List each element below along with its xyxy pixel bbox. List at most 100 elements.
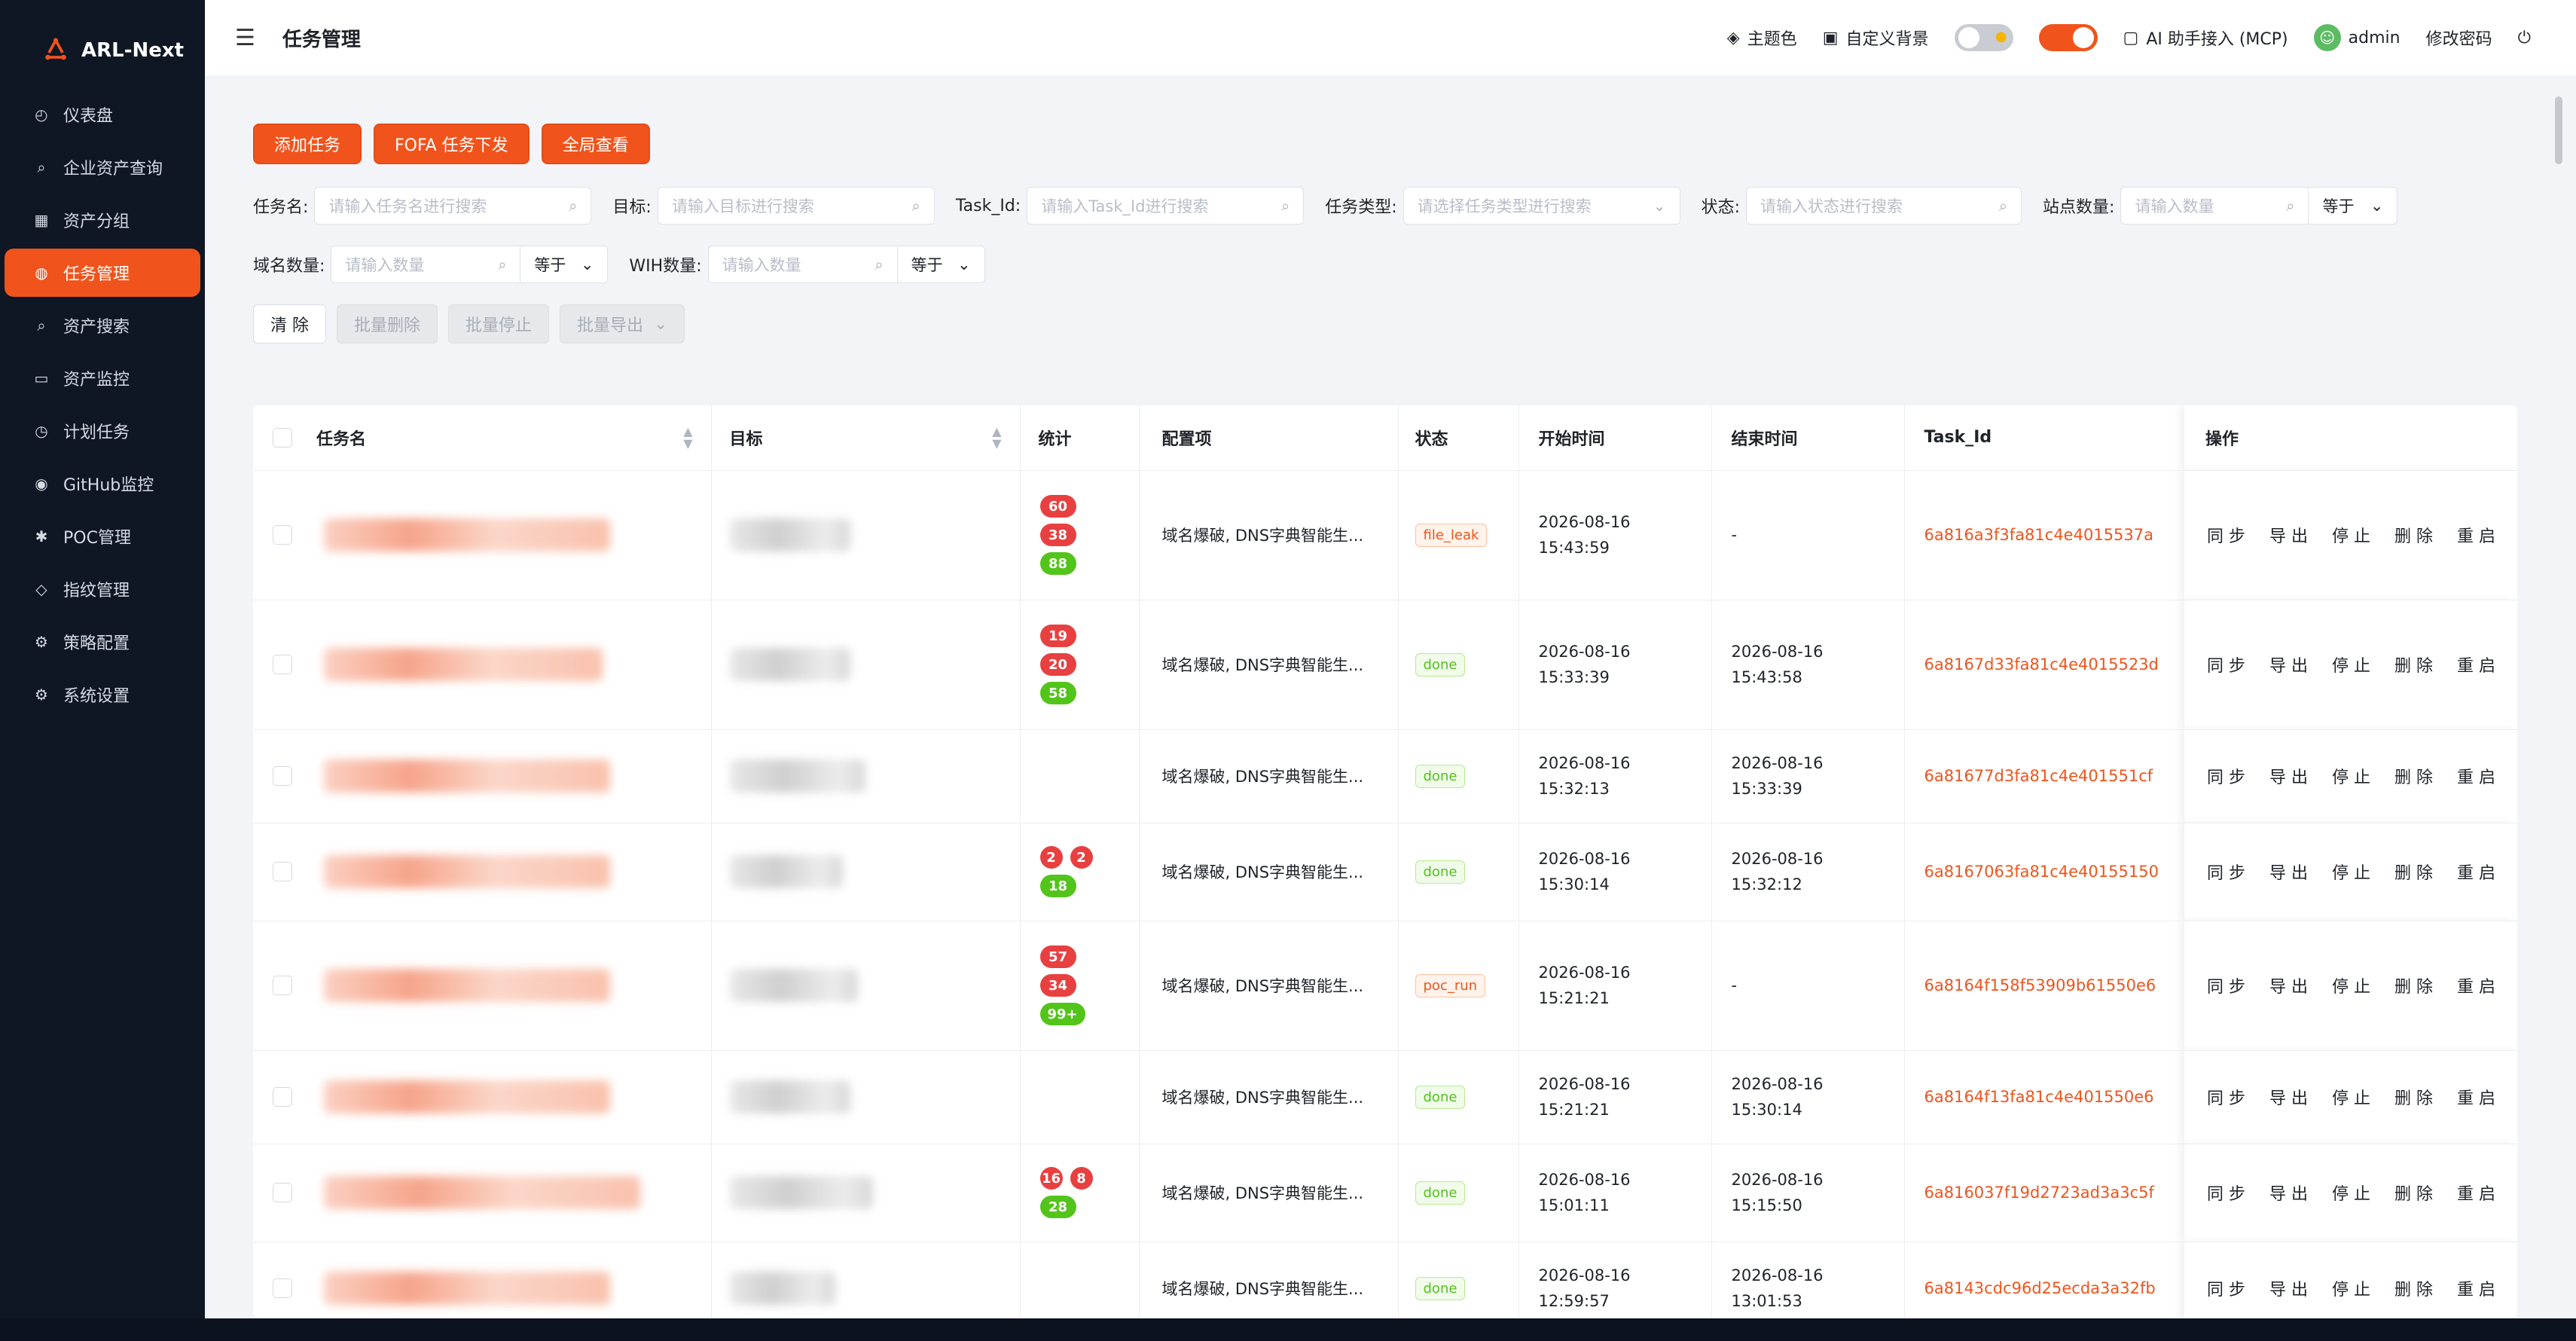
row-action-4[interactable]: 重 启 bbox=[2457, 973, 2495, 997]
table-row[interactable]: 域名爆破, DNS字典智能生... done 2026-08-16 12:59:57 2… bbox=[253, 1242, 2517, 1318]
task-id-link[interactable]: 6a8164f13fa81c4e401550e6 bbox=[1924, 1088, 2154, 1106]
sort-icon[interactable]: ▲ ▼ bbox=[992, 425, 1001, 450]
task-id-cell[interactable]: 6a8167063fa81c4e40155150 bbox=[1904, 823, 2184, 921]
row-action-3[interactable]: 删 除 bbox=[2394, 652, 2433, 677]
status-input[interactable]: 请输入状态进行搜索 ⌕ bbox=[1746, 187, 2022, 225]
batch-delete-button[interactable]: 批量删除 bbox=[337, 304, 438, 344]
col-task-name[interactable]: 任务名 ▲ ▼ bbox=[316, 405, 712, 471]
table-row[interactable]: 2 2 18 域名爆破, DNS字典智能生... done 2026-08-16 15:30… bbox=[253, 823, 2517, 921]
row-action-1[interactable]: 导 出 bbox=[2269, 1085, 2308, 1109]
row-action-3[interactable]: 删 除 bbox=[2394, 523, 2433, 547]
sort-icon[interactable]: ▲ ▼ bbox=[683, 425, 692, 450]
row-checkbox[interactable] bbox=[273, 1278, 292, 1298]
global-view-button[interactable]: 全局查看 bbox=[541, 124, 650, 164]
task-name-cell[interactable] bbox=[316, 823, 712, 921]
row-checkbox[interactable] bbox=[273, 1183, 292, 1202]
task-id-link[interactable]: 6a816a3f3fa81c4e4015537a bbox=[1924, 526, 2154, 544]
ai-assistant-button[interactable]: ▢ AI 助手接入 (MCP) bbox=[2123, 26, 2288, 50]
sidebar-item-5[interactable]: ▭ 资产监控 bbox=[5, 354, 200, 402]
row-action-2[interactable]: 停 止 bbox=[2332, 523, 2370, 547]
sidebar-item-8[interactable]: ✱ POC管理 bbox=[5, 512, 200, 561]
sidebar-item-3[interactable]: ◍ 任务管理 bbox=[5, 249, 200, 297]
row-action-4[interactable]: 重 启 bbox=[2457, 764, 2495, 788]
color-mode-toggle[interactable] bbox=[2038, 24, 2098, 51]
row-action-2[interactable]: 停 止 bbox=[2332, 1181, 2370, 1205]
row-action-4[interactable]: 重 启 bbox=[2457, 1276, 2495, 1300]
sidebar-item-1[interactable]: ⌕ 企业资产查询 bbox=[5, 143, 200, 191]
domain-count-operator[interactable]: 等于 ⌄ bbox=[520, 246, 609, 283]
row-action-0[interactable]: 同 步 bbox=[2207, 860, 2245, 884]
table-row[interactable]: 19 20 58 域名爆破, DNS字典智能生... done 2026-08-16 15:… bbox=[253, 600, 2517, 730]
task-id-link[interactable]: 6a8143cdc96d25ecda3a32fb bbox=[1924, 1279, 2156, 1297]
app-logo[interactable]: ARL-Next bbox=[0, 0, 205, 75]
task-name-cell[interactable] bbox=[316, 600, 712, 730]
row-action-2[interactable]: 停 止 bbox=[2332, 860, 2370, 884]
row-checkbox[interactable] bbox=[273, 525, 292, 545]
row-action-2[interactable]: 停 止 bbox=[2332, 1276, 2370, 1300]
row-action-3[interactable]: 删 除 bbox=[2394, 1181, 2433, 1205]
row-action-4[interactable]: 重 启 bbox=[2457, 1085, 2495, 1109]
scrollbar[interactable] bbox=[2555, 96, 2562, 164]
row-action-1[interactable]: 导 出 bbox=[2269, 523, 2308, 547]
sidebar-item-4[interactable]: ⌕ 资产搜索 bbox=[5, 301, 200, 350]
change-password-link[interactable]: 修改密码 bbox=[2426, 26, 2492, 50]
task-name-cell[interactable] bbox=[316, 1144, 712, 1242]
row-checkbox[interactable] bbox=[273, 1087, 292, 1107]
task-id-cell[interactable]: 6a81677d3fa81c4e401551cf bbox=[1904, 729, 2184, 823]
table-row[interactable]: 60 38 88 域名爆破, DNS字典智能生... file_leak 2026-08-… bbox=[253, 470, 2517, 600]
row-action-0[interactable]: 同 步 bbox=[2207, 652, 2245, 677]
row-action-2[interactable]: 停 止 bbox=[2332, 1085, 2370, 1109]
task-name-cell[interactable] bbox=[316, 1242, 712, 1318]
task-name-cell[interactable] bbox=[316, 470, 712, 600]
row-action-0[interactable]: 同 步 bbox=[2207, 973, 2245, 997]
row-action-3[interactable]: 删 除 bbox=[2394, 860, 2433, 884]
row-action-4[interactable]: 重 启 bbox=[2457, 860, 2495, 884]
table-row[interactable]: 57 34 99+ 域名爆破, DNS字典智能生... poc_run 2026-08-1… bbox=[253, 921, 2517, 1051]
sidebar-item-9[interactable]: ◇ 指纹管理 bbox=[5, 565, 200, 613]
row-action-0[interactable]: 同 步 bbox=[2207, 764, 2245, 788]
table-row[interactable]: 域名爆破, DNS字典智能生... done 2026-08-16 15:21:21 2… bbox=[253, 1050, 2517, 1144]
row-action-2[interactable]: 停 止 bbox=[2332, 652, 2370, 677]
select-all-checkbox[interactable] bbox=[273, 427, 292, 448]
domain-count-input[interactable]: 请输入数量 ⌕ bbox=[331, 246, 521, 283]
row-action-1[interactable]: 导 出 bbox=[2269, 1276, 2308, 1300]
sidebar-item-2[interactable]: ▦ 资产分组 bbox=[5, 196, 200, 244]
add-task-button[interactable]: 添加任务 bbox=[253, 124, 362, 164]
sidebar-item-6[interactable]: ◷ 计划任务 bbox=[5, 407, 200, 455]
task-id-link[interactable]: 6a81677d3fa81c4e401551cf bbox=[1924, 767, 2153, 785]
row-action-0[interactable]: 同 步 bbox=[2207, 523, 2245, 547]
row-action-3[interactable]: 删 除 bbox=[2394, 1276, 2433, 1300]
task-id-link[interactable]: 6a8167d33fa81c4e4015523d bbox=[1924, 655, 2159, 674]
site-count-operator[interactable]: 等于 ⌄ bbox=[2309, 187, 2398, 225]
site-count-input[interactable]: 请输入数量 ⌕ bbox=[2120, 187, 2309, 225]
row-action-4[interactable]: 重 启 bbox=[2457, 652, 2495, 677]
row-action-1[interactable]: 导 出 bbox=[2269, 652, 2308, 677]
theme-color-button[interactable]: ◈ 主题色 bbox=[1727, 26, 1797, 50]
row-action-3[interactable]: 删 除 bbox=[2394, 973, 2433, 997]
task-id-cell[interactable]: 6a8164f158f53909b61550e6 bbox=[1904, 921, 2184, 1051]
task-name-input[interactable]: 请输入任务名进行搜索 ⌕ bbox=[314, 187, 592, 225]
user-menu[interactable]: ☺ admin bbox=[2313, 24, 2401, 51]
sidebar-item-11[interactable]: ⚙ 系统设置 bbox=[5, 670, 200, 719]
table-row[interactable]: 16 8 28 域名爆破, DNS字典智能生... done 2026-08-16 15:0… bbox=[253, 1144, 2517, 1242]
task-id-cell[interactable]: 6a8143cdc96d25ecda3a32fb bbox=[1904, 1242, 2184, 1318]
task-type-select[interactable]: 请选择任务类型进行搜索 ⌄ bbox=[1402, 187, 1680, 225]
row-action-0[interactable]: 同 步 bbox=[2207, 1181, 2245, 1205]
task-id-cell[interactable]: 6a816a3f3fa81c4e4015537a bbox=[1904, 470, 2184, 600]
wih-count-operator[interactable]: 等于 ⌄ bbox=[897, 246, 985, 283]
task-id-cell[interactable]: 6a8164f13fa81c4e401550e6 bbox=[1904, 1050, 2184, 1144]
task-id-link[interactable]: 6a8164f158f53909b61550e6 bbox=[1924, 976, 2156, 994]
task-id-cell[interactable]: 6a8167d33fa81c4e4015523d bbox=[1904, 600, 2184, 730]
task-id-link[interactable]: 6a816037f19d2723ad3a3c5f bbox=[1924, 1184, 2154, 1202]
row-checkbox[interactable] bbox=[273, 976, 292, 995]
row-action-3[interactable]: 删 除 bbox=[2394, 1085, 2433, 1109]
row-action-0[interactable]: 同 步 bbox=[2207, 1085, 2245, 1109]
fofa-task-button[interactable]: FOFA 任务下发 bbox=[374, 124, 530, 164]
task-name-cell[interactable] bbox=[316, 1050, 712, 1144]
col-target[interactable]: 目标 ▲ ▼ bbox=[711, 405, 1021, 471]
target-input[interactable]: 请输入目标进行搜索 ⌕ bbox=[657, 187, 935, 225]
sidebar-item-0[interactable]: ◴ 仪表盘 bbox=[5, 90, 200, 139]
sidebar-item-10[interactable]: ⚙ 策略配置 bbox=[5, 618, 200, 666]
row-action-1[interactable]: 导 出 bbox=[2269, 764, 2308, 788]
row-checkbox[interactable] bbox=[273, 655, 292, 674]
